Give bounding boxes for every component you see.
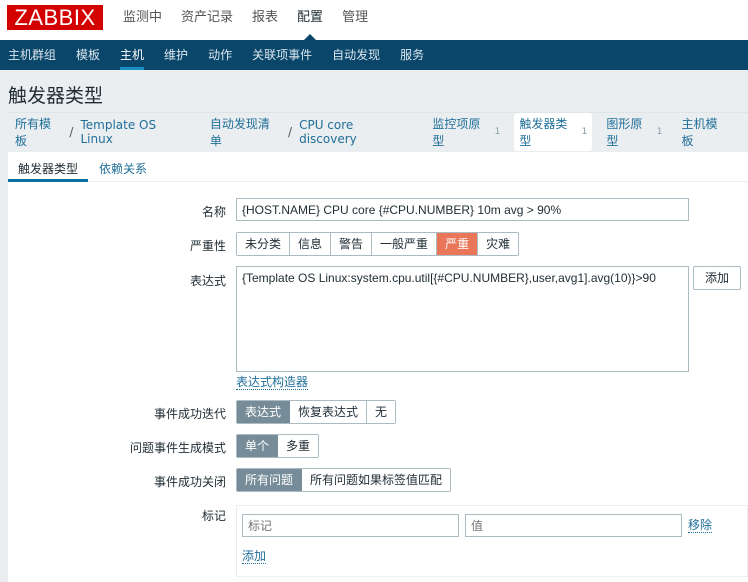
tag-add-link[interactable]: 添加 (242, 549, 267, 564)
tab-item-prototypes[interactable]: 监控项原型 (432, 115, 491, 149)
severity-average[interactable]: 一般严重 (372, 233, 438, 255)
breadcrumb-separator: / (288, 125, 293, 139)
ok-event-closes-label: 事件成功关闭 (153, 475, 226, 489)
tab-host-prototypes[interactable]: 主机模板 (682, 115, 729, 149)
sub-navigation: 主机群组 模板 主机 维护 动作 关联项事件 自动发现 服务 (0, 40, 748, 70)
problem-mode-multiple[interactable]: 多重 (278, 435, 319, 457)
sub-menu-templates[interactable]: 模板 (76, 40, 100, 70)
ok-closes-all-problems[interactable]: 所有问题 (237, 469, 303, 491)
top-navigation: ZABBIX 监测中 资产记录 报表 配置 管理 (0, 0, 748, 40)
problem-mode-single[interactable]: 单个 (237, 435, 279, 457)
sub-menu-event-correlation[interactable]: 关联项事件 (252, 40, 312, 70)
form-panel: 触发器类型 依赖关系 名称 严重性 未分类 信息 警告 一般严重 严重 灾难 表… (8, 152, 748, 582)
tab-graph-prototypes[interactable]: 图形原型 (606, 115, 653, 149)
ok-event-closes-selector: 所有问题 所有问题如果标签值匹配 (236, 468, 452, 492)
top-menu-administration[interactable]: 管理 (342, 9, 368, 27)
problem-event-mode-label: 问题事件生成模式 (129, 441, 226, 455)
severity-warning[interactable]: 警告 (331, 233, 373, 255)
expression-builder-link[interactable]: 表达式构造器 (236, 375, 309, 390)
top-menu: 监测中 资产记录 报表 配置 管理 (123, 9, 387, 40)
severity-label: 严重性 (189, 239, 226, 253)
ok-event-generation-label: 事件成功迭代 (153, 407, 226, 421)
tag-remove-link[interactable]: 移除 (688, 518, 713, 533)
tab-trigger-prototypes[interactable]: 触发器类型 (519, 115, 578, 149)
breadcrumb-discovery-list[interactable]: 自动发现清单 (210, 115, 281, 149)
breadcrumb: 所有模板 / Template OS Linux 自动发现清单 / CPU co… (15, 113, 748, 151)
severity-not-classified[interactable]: 未分类 (237, 233, 291, 255)
name-label: 名称 (201, 205, 226, 219)
sub-menu-discovery[interactable]: 自动发现 (332, 40, 380, 70)
graph-prototypes-count: 1 (656, 127, 663, 137)
top-menu-inventory[interactable]: 资产记录 (181, 9, 233, 27)
sub-menu-actions[interactable]: 动作 (208, 40, 232, 70)
expression-add-button[interactable]: 添加 (693, 266, 741, 290)
ok-event-none[interactable]: 无 (367, 401, 396, 423)
sub-menu-host-groups[interactable]: 主机群组 (8, 40, 56, 70)
title-divider (8, 112, 748, 113)
tag-name-input[interactable] (242, 514, 459, 537)
breadcrumb-separator: / (69, 125, 74, 139)
expression-textarea[interactable]: {Template OS Linux:system.cpu.util[{#CPU… (236, 266, 689, 372)
expression-label: 表达式 (189, 274, 226, 288)
form-tab-dependencies[interactable]: 依赖关系 (99, 160, 147, 177)
breadcrumb-all-templates[interactable]: 所有模板 (15, 115, 62, 149)
name-input[interactable] (236, 198, 689, 221)
page-title: 触发器类型 (8, 85, 104, 107)
ok-event-expression[interactable]: 表达式 (237, 401, 291, 423)
trigger-prototypes-count: 1 (581, 127, 588, 137)
tag-value-input[interactable] (465, 514, 682, 537)
severity-selector: 未分类 信息 警告 一般严重 严重 灾难 (236, 232, 520, 256)
zabbix-logo[interactable]: ZABBIX (7, 5, 103, 30)
item-prototypes-count: 1 (494, 127, 501, 137)
severity-disaster[interactable]: 灾难 (478, 233, 519, 255)
form-tab-trigger-prototype[interactable]: 触发器类型 (18, 160, 78, 177)
top-menu-configuration[interactable]: 配置 (297, 9, 323, 40)
sub-menu-maintenance[interactable]: 维护 (164, 40, 188, 70)
sub-menu-services[interactable]: 服务 (400, 40, 424, 70)
form-tabs: 触发器类型 依赖关系 (8, 152, 748, 182)
severity-information[interactable]: 信息 (290, 233, 332, 255)
tags-label: 标记 (201, 509, 226, 523)
severity-high[interactable]: 严重 (437, 233, 479, 255)
sub-menu-hosts[interactable]: 主机 (120, 40, 145, 70)
top-menu-reports[interactable]: 报表 (252, 9, 278, 27)
active-tab-indicator (8, 179, 88, 182)
problem-event-mode-selector: 单个 多重 (236, 434, 320, 458)
breadcrumb-discovery-rule[interactable]: CPU core discovery (299, 118, 413, 146)
breadcrumb-template[interactable]: Template OS Linux (80, 118, 190, 146)
top-menu-monitoring[interactable]: 监测中 (123, 9, 162, 27)
ok-event-recovery-expression[interactable]: 恢复表达式 (290, 401, 368, 423)
ok-closes-tag-match[interactable]: 所有问题如果标签值匹配 (302, 469, 451, 491)
tab-trigger-prototypes-active[interactable]: 触发器类型 1 (514, 113, 593, 151)
ok-event-generation-selector: 表达式 恢复表达式 无 (236, 400, 397, 424)
